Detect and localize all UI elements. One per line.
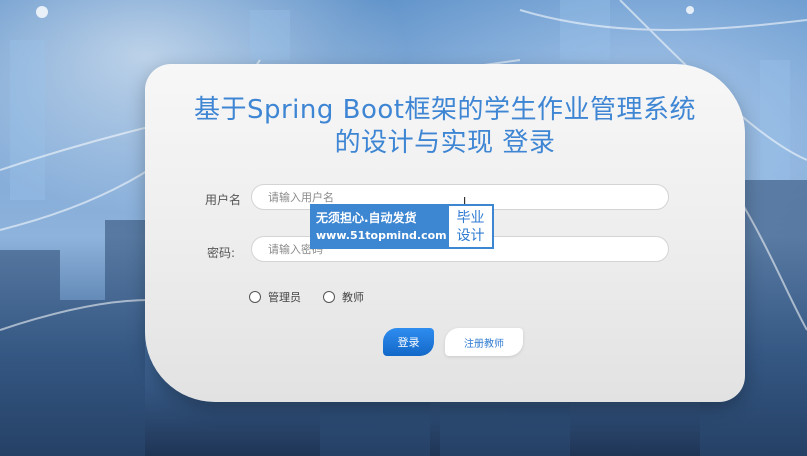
role-label-teacher: 教师 bbox=[342, 291, 364, 304]
watermark-text-block: 无须担心.自动发货 www.51topmind.com bbox=[310, 204, 447, 249]
radio-circle-icon[interactable] bbox=[249, 291, 261, 303]
title-line-1: 基于Spring Boot框架的学生作业管理系统 bbox=[193, 95, 696, 125]
role-option-admin[interactable]: 管理员 bbox=[249, 289, 301, 305]
login-button[interactable]: 登录 bbox=[383, 328, 434, 356]
role-radio-group: 管理员 教师 bbox=[249, 289, 386, 305]
title-line-2: 的设计与实现 登录 bbox=[334, 128, 556, 158]
watermark-badge-line2: 设计 bbox=[456, 227, 485, 244]
watermark-banner: 无须担心.自动发货 www.51topmind.com 毕业 设计 bbox=[310, 204, 494, 249]
radio-circle-icon[interactable] bbox=[323, 291, 335, 303]
watermark-badge: 毕业 设计 bbox=[447, 204, 494, 249]
role-label-admin: 管理员 bbox=[268, 291, 301, 304]
watermark-url: www.51topmind.com bbox=[316, 229, 447, 242]
watermark-slogan: 无须担心.自动发货 bbox=[316, 211, 417, 225]
username-label: 用户名 bbox=[204, 193, 241, 207]
role-option-teacher[interactable]: 教师 bbox=[323, 289, 364, 305]
page-title: 基于Spring Boot框架的学生作业管理系统 的设计与实现 登录 bbox=[145, 94, 745, 160]
password-label: 密码: bbox=[206, 246, 235, 260]
watermark-badge-line1: 毕业 bbox=[456, 209, 485, 226]
register-teacher-button[interactable]: 注册教师 bbox=[445, 328, 523, 356]
